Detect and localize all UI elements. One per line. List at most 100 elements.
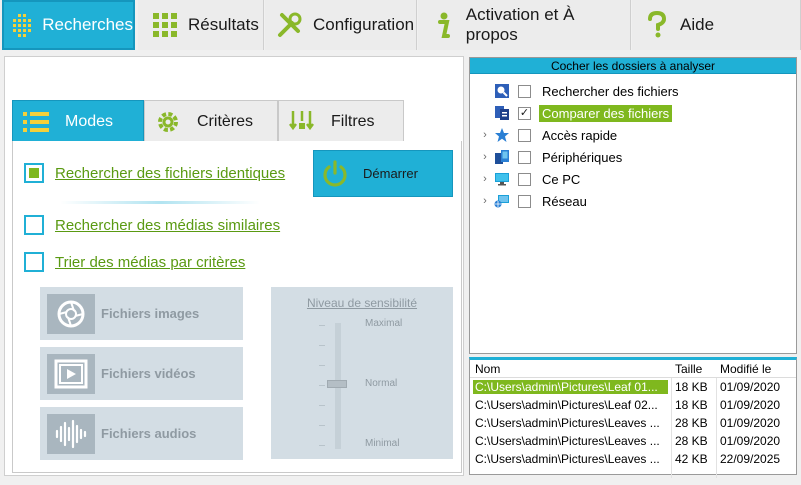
file-name: C:\Users\admin\Pictures\Leaves ... [475,452,660,466]
file-modified: 01/09/2020 [720,380,781,394]
separator [60,201,260,204]
network-icon [493,192,511,210]
table-row[interactable]: C:\Users\admin\Pictures\Leaves ... 28 KB… [470,432,796,450]
file-size: 28 KB [675,434,708,448]
chevron-right-icon[interactable]: › [478,129,492,141]
file-size: 28 KB [675,416,708,430]
tree-label-comparer: Comparer des fichiers [539,104,673,122]
question-icon [640,8,674,42]
info-icon [426,8,460,42]
mode-identical-checkbox[interactable] [24,163,44,183]
media-audios-label: Fichiers audios [101,426,197,441]
sensitivity-panel: Niveau de sensibilité Maximal Normal Min… [271,287,453,459]
file-list-header: Nom Taille Modifié le [470,360,796,378]
start-button[interactable]: Démarrer [313,150,453,197]
table-row[interactable]: C:\Users\admin\Pictures\Leaves ... 28 KB… [470,414,796,432]
mode-identical-label[interactable]: Rechercher des fichiers identiques [55,165,285,182]
top-tab-bar: Recherches Résultats Configuration Activ… [0,0,801,52]
subtab-modes[interactable]: Modes [12,100,144,142]
table-row[interactable]: C:\Users\admin\Pictures\Leaves ... 42 KB… [470,450,796,468]
grid-squares-icon [148,8,182,42]
tree-checkbox-reseau[interactable] [518,194,531,208]
grid-dots-icon [8,8,36,42]
sensitivity-slider-thumb[interactable] [327,380,347,388]
file-size: 18 KB [675,398,708,412]
tab-configuration[interactable]: Configuration [265,0,417,50]
subtab-filtres[interactable]: Filtres [278,100,404,142]
tree-label-reseau: Réseau [542,193,587,209]
media-images-label: Fichiers images [101,306,200,321]
star-icon [493,126,511,144]
gear-icon [153,107,183,137]
file-size: 42 KB [675,452,708,466]
subtab-criteres[interactable]: Critères [144,100,278,142]
chevron-right-icon[interactable]: › [478,151,492,163]
table-row[interactable]: C:\Users\admin\Pictures\Leaf 02... 18 KB… [470,396,796,414]
tree-label-acces-rapide: Accès rapide [542,127,618,143]
file-size: 18 KB [675,380,708,394]
tab-activation-label: Activation et À propos [465,5,575,44]
tree-checkbox-acces-rapide[interactable] [518,128,531,142]
tree-label-ce-pc: Ce PC [542,171,581,187]
mode-sort-media[interactable]: Trier des médias par critères [24,252,245,272]
tab-aide[interactable]: Aide [632,0,801,50]
file-list-panel: Nom Taille Modifié le C:\Users\admin\Pic… [469,357,797,478]
tab-recherches-label: Recherches [42,15,133,34]
table-row[interactable]: C:\Users\admin\Pictures\Leaf 01... 18 KB… [470,378,796,396]
column-taille[interactable]: Taille [675,362,702,376]
file-name: C:\Users\admin\Pictures\Leaves ... [475,434,660,448]
sensitivity-max-label: Maximal [365,318,403,329]
tree-checkbox-ce-pc[interactable] [518,172,531,186]
start-button-label: Démarrer [363,166,418,181]
mode-sort-label[interactable]: Trier des médias par critères [55,254,245,271]
chevron-right-icon[interactable]: › [478,173,492,185]
file-name: C:\Users\admin\Pictures\Leaf 01... [473,380,668,394]
wrench-screwdriver-icon [273,8,307,42]
file-modified: 01/09/2020 [720,398,781,412]
media-audios: Fichiers audios [40,407,243,460]
mode-similar-checkbox[interactable] [24,215,44,235]
column-modifie[interactable]: Modifié le [720,362,771,376]
power-icon [321,159,349,188]
subtab-modes-label: Modes [65,112,114,130]
monitor-icon [493,170,511,188]
tab-aide-label: Aide [680,15,715,34]
tree-node-comparer[interactable]: ✓ Comparer des fichiers [470,103,790,123]
column-nom[interactable]: Nom [475,362,500,376]
mode-similar-media[interactable]: Rechercher des médias similaires [24,215,280,235]
tab-recherches[interactable]: Recherches [2,0,135,50]
filter-icon [287,107,317,137]
mode-similar-label[interactable]: Rechercher des médias similaires [55,217,280,234]
sensitivity-min-label: Minimal [365,438,400,449]
list-icon [21,107,51,137]
devices-icon [493,148,511,166]
folder-tree-panel: Cocher les dossiers à analyser Recherche… [469,57,797,354]
media-videos: Fichiers vidéos [40,347,243,400]
tree-node-peripheriques[interactable]: › Périphériques [470,147,790,167]
tab-resultats[interactable]: Résultats [138,0,264,50]
file-modified: 01/09/2020 [720,416,781,430]
tree-checkbox-peripheriques[interactable] [518,150,531,164]
file-name: C:\Users\admin\Pictures\Leaf 02... [475,398,658,412]
compare-folder-icon [493,104,511,122]
mode-identical-files[interactable]: Rechercher des fichiers identiques [24,163,285,183]
tree-node-acces-rapide[interactable]: › Accès rapide [470,125,790,145]
sensitivity-normal-label: Normal [365,378,398,389]
tree-checkbox-comparer[interactable]: ✓ [518,106,531,120]
media-videos-label: Fichiers vidéos [101,366,196,381]
folder-tree-header: Cocher les dossiers à analyser [470,58,796,74]
tree-label-peripheriques: Périphériques [542,149,623,165]
video-icon [47,353,95,394]
tree-node-reseau[interactable]: › Réseau [470,191,790,211]
file-modified: 22/09/2025 [720,452,781,466]
media-images: Fichiers images [40,287,243,340]
camera-shutter-icon [47,293,95,334]
tree-checkbox-rechercher[interactable] [518,84,531,98]
tree-node-ce-pc[interactable]: › Ce PC [470,169,790,189]
mode-sort-checkbox[interactable] [24,252,44,272]
tab-activation[interactable]: Activation et À propos [418,0,631,50]
chevron-right-icon[interactable]: › [478,195,492,207]
tab-resultats-label: Résultats [188,15,259,34]
tree-node-rechercher[interactable]: Rechercher des fichiers [470,81,790,101]
waveform-icon [47,413,95,454]
